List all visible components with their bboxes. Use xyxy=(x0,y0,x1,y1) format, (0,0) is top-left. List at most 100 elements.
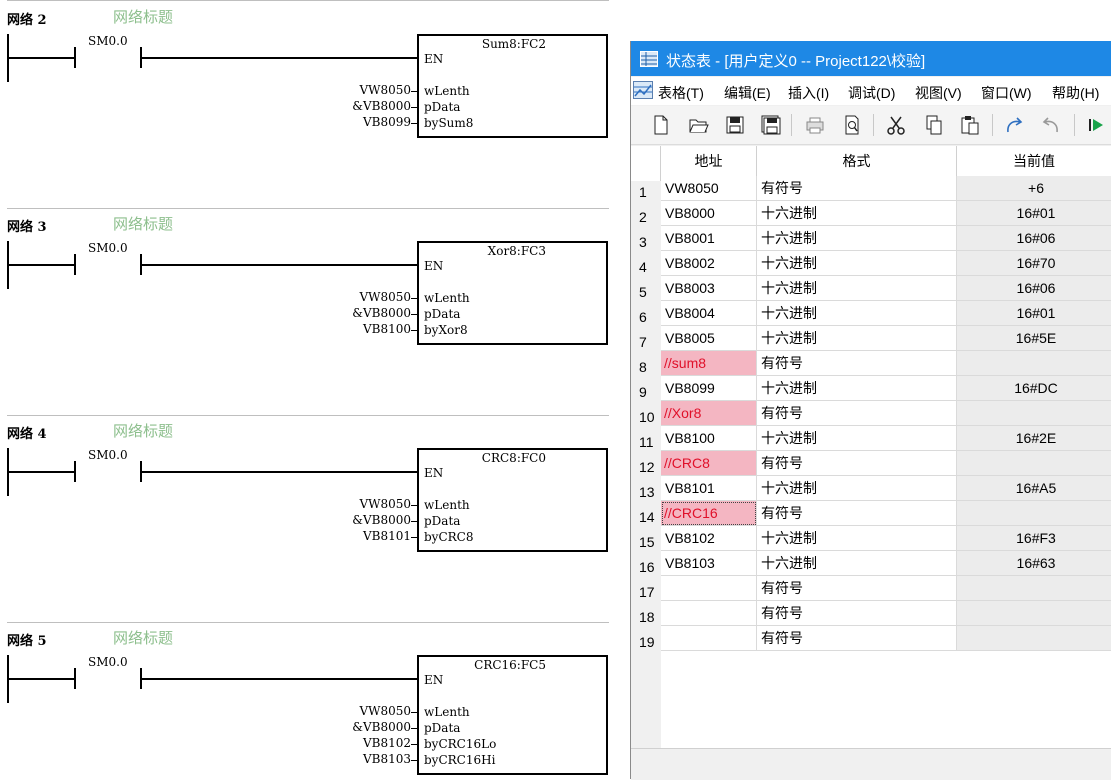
address-cell[interactable] xyxy=(661,576,757,601)
value-cell[interactable]: 16#2E xyxy=(957,426,1111,451)
network-label[interactable]: 网络 4 xyxy=(7,423,47,442)
row-number[interactable]: 19 xyxy=(631,634,661,650)
contact-left-bar[interactable] xyxy=(74,668,76,689)
row-number[interactable]: 8 xyxy=(631,359,661,375)
address-cell[interactable]: VW8050 xyxy=(661,176,757,201)
row-number[interactable]: 15 xyxy=(631,534,661,550)
pin-operand[interactable]: &VB8000 xyxy=(331,513,411,527)
function-block[interactable]: CRC8:FC0 EN wLenth pData byCRC8 xyxy=(417,448,608,552)
format-cell[interactable]: 十六进制 xyxy=(757,551,957,576)
undo-icon[interactable] xyxy=(1003,114,1025,136)
format-cell[interactable]: 有符号 xyxy=(757,601,957,626)
row-number[interactable]: 3 xyxy=(631,234,661,250)
pin-operand[interactable]: &VB8000 xyxy=(331,720,411,734)
value-cell[interactable]: 16#F3 xyxy=(957,526,1111,551)
format-cell[interactable]: 十六进制 xyxy=(757,226,957,251)
menu-view[interactable]: 视图(V) xyxy=(915,83,962,103)
menu-debug[interactable]: 调试(D) xyxy=(848,83,895,103)
row-number[interactable]: 5 xyxy=(631,284,661,300)
network-title[interactable]: 网络标题 xyxy=(113,213,173,234)
table-menu-icon[interactable] xyxy=(633,81,653,99)
value-cell[interactable]: 16#01 xyxy=(957,301,1111,326)
format-cell[interactable]: 十六进制 xyxy=(757,426,957,451)
pin-operand[interactable]: VB8102 xyxy=(331,736,411,750)
row-number[interactable]: 1 xyxy=(631,184,661,200)
address-cell[interactable]: VB8099 xyxy=(661,376,757,401)
row-number[interactable]: 13 xyxy=(631,484,661,500)
row-number[interactable]: 6 xyxy=(631,309,661,325)
open-icon[interactable] xyxy=(687,114,709,136)
pin-operand[interactable]: VW8050 xyxy=(331,83,411,97)
menu-edit[interactable]: 编辑(E) xyxy=(724,83,771,103)
menu-help[interactable]: 帮助(H) xyxy=(1052,83,1099,103)
contact-operand[interactable]: SM0.0 xyxy=(88,448,128,462)
contact-operand[interactable]: SM0.0 xyxy=(88,655,128,669)
value-cell[interactable]: 16#DC xyxy=(957,376,1111,401)
network-label[interactable]: 网络 3 xyxy=(7,216,47,235)
menu-table[interactable]: 表格(T) xyxy=(658,83,704,103)
pin-operand[interactable]: VB8103 xyxy=(331,752,411,766)
pin-operand[interactable]: &VB8000 xyxy=(331,99,411,113)
value-cell[interactable]: 16#5E xyxy=(957,326,1111,351)
address-cell[interactable]: VB8100 xyxy=(661,426,757,451)
value-cell[interactable]: 16#06 xyxy=(957,226,1111,251)
address-cell[interactable]: //Xor8 xyxy=(661,401,757,426)
save-icon[interactable] xyxy=(724,114,746,136)
pin-operand[interactable]: VW8050 xyxy=(331,290,411,304)
new-icon[interactable] xyxy=(650,114,672,136)
row-number[interactable]: 17 xyxy=(631,584,661,600)
format-cell[interactable]: 有符号 xyxy=(757,176,957,201)
copy-icon[interactable] xyxy=(923,114,945,136)
format-cell[interactable]: 有符号 xyxy=(757,451,957,476)
address-cell[interactable]: //sum8 xyxy=(661,351,757,376)
row-number[interactable]: 10 xyxy=(631,409,661,425)
value-cell[interactable] xyxy=(957,451,1111,476)
row-number[interactable]: 14 xyxy=(631,509,661,525)
paste-icon[interactable] xyxy=(959,114,981,136)
format-cell[interactable]: 有符号 xyxy=(757,501,957,526)
value-cell[interactable] xyxy=(957,501,1111,526)
contact-left-bar[interactable] xyxy=(74,254,76,275)
row-number[interactable]: 11 xyxy=(631,434,661,450)
value-cell[interactable] xyxy=(957,401,1111,426)
cut-icon[interactable] xyxy=(885,114,907,136)
address-cell[interactable]: VB8002 xyxy=(661,251,757,276)
pin-operand[interactable]: VW8050 xyxy=(331,497,411,511)
row-number[interactable]: 9 xyxy=(631,384,661,400)
contact-left-bar[interactable] xyxy=(74,47,76,68)
format-cell[interactable]: 十六进制 xyxy=(757,526,957,551)
format-cell[interactable]: 有符号 xyxy=(757,576,957,601)
format-cell[interactable]: 有符号 xyxy=(757,351,957,376)
address-cell[interactable]: //CRC16 xyxy=(661,501,757,526)
value-cell[interactable]: 16#06 xyxy=(957,276,1111,301)
address-cell[interactable]: VB8004 xyxy=(661,301,757,326)
network-label[interactable]: 网络 5 xyxy=(7,630,47,649)
value-cell[interactable] xyxy=(957,626,1111,651)
value-cell[interactable] xyxy=(957,576,1111,601)
format-cell[interactable]: 十六进制 xyxy=(757,476,957,501)
value-cell[interactable]: +6 xyxy=(957,176,1111,201)
pin-operand[interactable]: &VB8000 xyxy=(331,306,411,320)
redo-icon[interactable] xyxy=(1040,114,1062,136)
menu-window[interactable]: 窗口(W) xyxy=(981,83,1032,103)
format-cell[interactable]: 十六进制 xyxy=(757,301,957,326)
run-icon[interactable] xyxy=(1085,114,1107,136)
save-all-icon[interactable] xyxy=(760,114,782,136)
contact-operand[interactable]: SM0.0 xyxy=(88,241,128,255)
contact-left-bar[interactable] xyxy=(74,461,76,482)
format-cell[interactable]: 有符号 xyxy=(757,401,957,426)
value-cell[interactable]: 16#63 xyxy=(957,551,1111,576)
address-cell[interactable]: VB8101 xyxy=(661,476,757,501)
address-cell[interactable] xyxy=(661,626,757,651)
format-cell[interactable]: 十六进制 xyxy=(757,326,957,351)
menu-insert[interactable]: 插入(I) xyxy=(788,83,829,103)
address-cell[interactable]: VB8103 xyxy=(661,551,757,576)
value-cell[interactable]: 16#A5 xyxy=(957,476,1111,501)
row-number[interactable]: 4 xyxy=(631,259,661,275)
pin-operand[interactable]: VB8099 xyxy=(331,115,411,129)
table-empty-area[interactable] xyxy=(661,651,1111,748)
print-icon[interactable] xyxy=(804,114,826,136)
address-cell[interactable]: VB8001 xyxy=(661,226,757,251)
address-cell[interactable]: VB8000 xyxy=(661,201,757,226)
address-cell[interactable]: VB8003 xyxy=(661,276,757,301)
